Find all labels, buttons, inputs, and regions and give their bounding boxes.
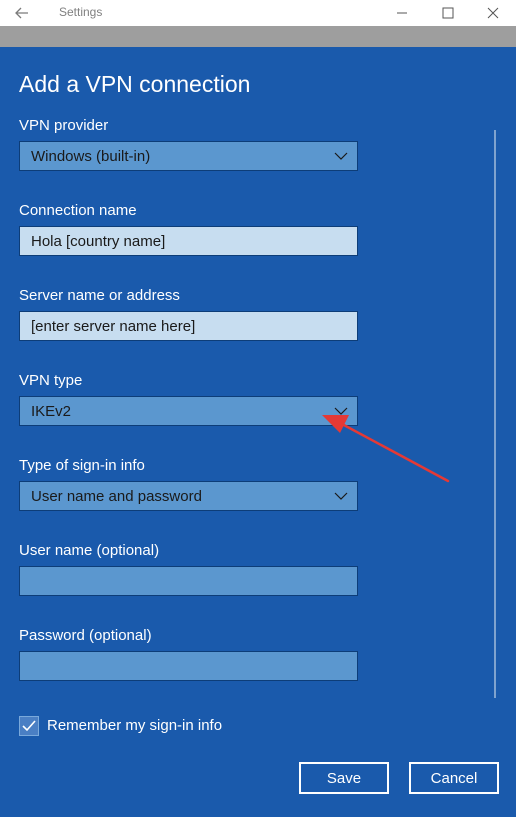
chevron-down-icon <box>334 492 348 500</box>
back-arrow-icon <box>15 7 28 19</box>
server-name-value: [enter server name here] <box>31 318 196 335</box>
chevron-down-icon <box>334 152 348 160</box>
connection-name-input[interactable]: Hola [country name] <box>19 226 358 256</box>
password-label: Password (optional) <box>19 627 152 644</box>
title-bar: Settings <box>0 0 516 26</box>
connection-name-label: Connection name <box>19 202 137 219</box>
cancel-button[interactable]: Cancel <box>409 762 499 794</box>
password-input[interactable] <box>19 651 358 681</box>
vpn-type-select[interactable]: IKEv2 <box>19 396 358 426</box>
header-strip <box>0 26 516 47</box>
close-button[interactable] <box>470 0 516 26</box>
scrollbar[interactable] <box>494 130 496 698</box>
vpn-type-label: VPN type <box>19 372 83 389</box>
connection-name-value: Hola [country name] <box>31 233 166 250</box>
remember-checkbox[interactable] <box>19 716 39 736</box>
close-icon <box>487 7 499 19</box>
maximize-button[interactable] <box>425 0 471 26</box>
minimize-button[interactable] <box>379 0 425 26</box>
vpn-type-value: IKEv2 <box>31 403 72 420</box>
checkmark-icon <box>22 720 36 732</box>
page-title: Add a VPN connection <box>19 71 251 97</box>
back-button[interactable] <box>11 2 33 24</box>
minimize-icon <box>397 12 407 14</box>
sign-in-type-select[interactable]: User name and password <box>19 481 358 511</box>
user-name-input[interactable] <box>19 566 358 596</box>
sign-in-type-label: Type of sign-in info <box>19 457 145 474</box>
annotation-arrow <box>322 415 450 483</box>
remember-label: Remember my sign-in info <box>47 717 223 734</box>
vpn-provider-select[interactable]: Windows (built-in) <box>19 141 358 171</box>
vpn-provider-value: Windows (built-in) <box>31 148 151 165</box>
vpn-provider-label: VPN provider <box>19 117 109 134</box>
window-title: Settings <box>59 5 103 19</box>
save-button[interactable]: Save <box>299 762 389 794</box>
sign-in-type-value: User name and password <box>31 488 202 505</box>
server-name-label: Server name or address <box>19 287 180 304</box>
server-name-input[interactable]: [enter server name here] <box>19 311 358 341</box>
maximize-icon <box>442 7 454 19</box>
user-name-label: User name (optional) <box>19 542 160 559</box>
